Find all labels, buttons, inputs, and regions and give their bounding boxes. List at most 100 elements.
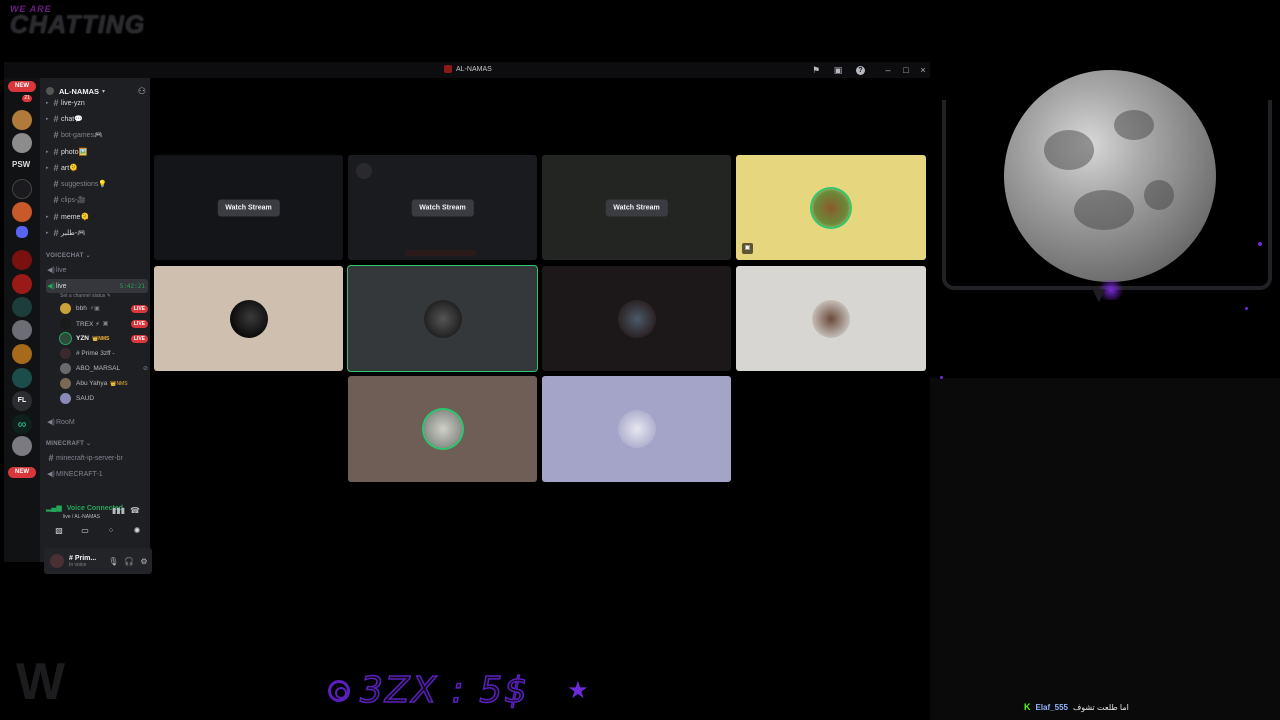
server-icon-7[interactable]: [12, 297, 32, 317]
channel-status-hint[interactable]: Set a channel status ✎: [60, 293, 111, 299]
participant-tile-speaking[interactable]: [347, 265, 538, 372]
voice-location[interactable]: live / AL-NAMAS: [63, 514, 100, 520]
inbox-icon[interactable]: ▣: [832, 64, 844, 76]
stream-tile[interactable]: Watch Stream: [154, 155, 343, 260]
microphone-icon[interactable]: 🎙: [108, 557, 118, 566]
avatar: [423, 410, 462, 448]
server-icon-3[interactable]: [12, 179, 32, 199]
channel-item[interactable]: ▸ # art🫠: [46, 161, 148, 175]
server-name: AL-NAMAS: [59, 86, 99, 96]
voice-user[interactable]: bbh ⚡▣ LIVE: [60, 302, 148, 315]
moon-crater: [1114, 110, 1154, 140]
participant-tile[interactable]: [542, 376, 731, 482]
signal-icon: ▂▄▆: [46, 505, 62, 512]
channel-item[interactable]: # suggestions💡: [46, 177, 148, 191]
channel-name: live-yzn: [61, 99, 85, 107]
stream-preview-shape: [356, 163, 372, 179]
help-icon[interactable]: ?: [856, 66, 865, 75]
participant-tile[interactable]: [542, 266, 731, 371]
voice-channel-minecraft[interactable]: ◀) MINECRAFT-1: [46, 467, 148, 481]
chat-message: K Elaf_555 اما طلعت تشوف: [1024, 702, 1129, 712]
stream-tile[interactable]: Watch Stream: [542, 155, 731, 260]
speaker-icon: ◀): [47, 283, 55, 290]
disconnect-icon[interactable]: ☎: [130, 506, 140, 515]
deafened-icon: ⊘: [142, 366, 148, 372]
hash-icon: #: [53, 114, 59, 124]
headphones-icon[interactable]: 🎧: [124, 557, 134, 566]
particle-dot: [940, 376, 943, 379]
server-icon-8[interactable]: [12, 320, 32, 340]
voice-channel-live-muted[interactable]: ◀) live: [46, 263, 148, 277]
server-icon-5[interactable]: [12, 250, 32, 270]
voice-channel-room[interactable]: ◀) RooM: [46, 415, 148, 429]
nms-tag-text: NMS: [98, 335, 110, 342]
live-badge: LIVE: [130, 334, 148, 343]
channel-item[interactable]: ▸ # chat💬: [46, 112, 148, 126]
noise-suppression-icon[interactable]: ▮▮▮: [112, 506, 125, 515]
server-icon-2[interactable]: [12, 133, 32, 153]
overlay-chat-area: [930, 378, 1280, 720]
soundboard-icon[interactable]: ✺: [129, 524, 145, 538]
channel-name: chat💬: [61, 116, 83, 123]
server-icon-11[interactable]: [12, 436, 32, 456]
watch-stream-button[interactable]: Watch Stream: [217, 199, 280, 216]
title-bar: AL-NAMAS ⚑ ▣ ? – □ ×: [4, 62, 930, 78]
category-voicechat[interactable]: VOICECHAT ⌄: [46, 252, 91, 259]
channel-name: photo🖼️: [61, 149, 88, 156]
channel-item[interactable]: ▸ # live-yzn: [46, 96, 148, 110]
voice-user[interactable]: TREX ⚡ ▣ LIVE: [60, 317, 148, 330]
avatar: [60, 363, 71, 374]
folder-icon[interactable]: [16, 226, 28, 238]
server-icon-1[interactable]: [12, 110, 32, 130]
category-minecraft[interactable]: MINECRAFT ⌄: [46, 440, 91, 447]
stream-icon: ⚡▣: [89, 306, 100, 312]
gear-icon[interactable]: ⚙: [140, 557, 147, 566]
server-icon-4[interactable]: [12, 202, 32, 222]
nms-tag-text: NMS: [116, 380, 128, 387]
server-psw[interactable]: PSW: [12, 160, 30, 169]
watch-stream-button[interactable]: Watch Stream: [411, 199, 474, 216]
server-icon-6[interactable]: [12, 274, 32, 294]
invite-icon[interactable]: ⚇: [138, 86, 146, 97]
flag-icon[interactable]: ⚑: [810, 64, 822, 76]
voice-user[interactable]: # Prime 3zff -: [60, 347, 148, 360]
activities-icon[interactable]: ⁘: [103, 524, 119, 538]
server-icon-9[interactable]: [12, 344, 32, 364]
user-info[interactable]: # Prim... In voice: [69, 555, 96, 568]
server-icon-10[interactable]: [12, 368, 32, 388]
close-icon[interactable]: ×: [917, 64, 929, 76]
channel-item[interactable]: ▸ # طلبر-🎮: [46, 226, 148, 240]
channel-sidebar: AL-NAMAS ▾ ⚇ ▸ # live-yzn ▸ # chat💬 # bot-gam…: [40, 78, 152, 574]
stream-tile[interactable]: Watch Stream: [348, 155, 537, 260]
avatar[interactable]: [50, 554, 64, 568]
channel-name: RooM: [56, 418, 75, 426]
voice-channel-live-selected[interactable]: ◀) live 5:42:21: [46, 279, 148, 293]
maximize-icon[interactable]: □: [900, 64, 912, 76]
voice-user[interactable]: ABO_MARSAL ⊘: [60, 362, 148, 375]
speaker-icon: ◀): [47, 267, 55, 274]
participant-tile[interactable]: [736, 266, 926, 371]
screen-share-icon[interactable]: ▭: [77, 524, 93, 538]
w-logo-watermark: W: [16, 653, 65, 711]
channel-item[interactable]: # clips-🎥: [46, 193, 148, 207]
live-badge: LIVE: [130, 304, 148, 313]
channel-item[interactable]: ▸ # meme🫠: [46, 210, 148, 224]
voice-user[interactable]: Abu Yahya 👑NMS: [60, 377, 148, 390]
channel-item[interactable]: ▸ # photo🖼️: [46, 145, 148, 159]
particle-dot: [1245, 307, 1248, 310]
camera-off-icon[interactable]: ▧: [51, 524, 67, 538]
channel-item[interactable]: # bot-games🎮: [46, 128, 148, 142]
avatar: [229, 299, 268, 338]
channel-name: live: [56, 282, 67, 290]
infinity-server-icon[interactable]: ∞: [12, 414, 32, 434]
watch-stream-button[interactable]: Watch Stream: [605, 199, 668, 216]
voice-user[interactable]: YZN 👑NMS LIVE: [60, 332, 148, 345]
channel-item[interactable]: # minecraft-ip-server-br: [46, 451, 148, 465]
participant-tile[interactable]: [348, 376, 537, 482]
participant-tile[interactable]: ▣: [736, 155, 926, 260]
channel-name: طلبر-🎮: [61, 230, 86, 237]
participant-tile[interactable]: [154, 266, 343, 371]
server-fl[interactable]: FL: [12, 391, 32, 411]
voice-user[interactable]: SAUD: [60, 392, 148, 405]
minimize-icon[interactable]: –: [882, 64, 894, 76]
